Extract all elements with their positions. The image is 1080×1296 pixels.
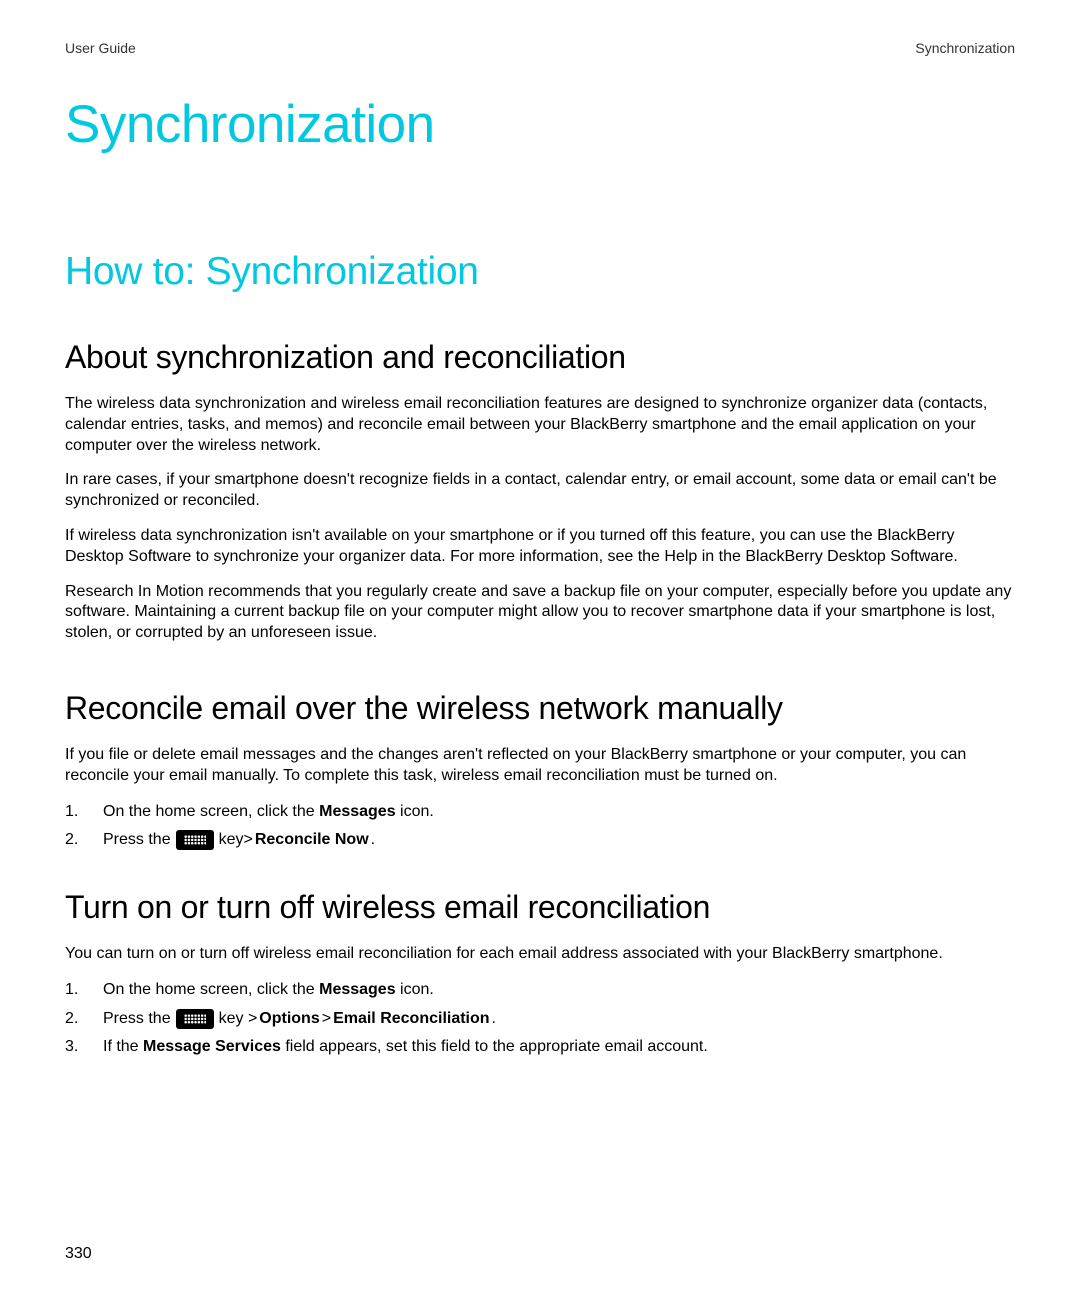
- step-bold: Email Reconciliation: [333, 1008, 489, 1030]
- about-heading: About synchronization and reconciliation: [65, 339, 1015, 376]
- turnon-intro: You can turn on or turn off wireless ema…: [65, 944, 1015, 965]
- step-text: >: [322, 1008, 331, 1030]
- blackberry-key-icon: [176, 830, 214, 850]
- reconcile-step-2: Press the key> Reconcile Now.: [103, 829, 1015, 851]
- step-text: .: [492, 1008, 496, 1030]
- step-bold: Options: [259, 1008, 319, 1030]
- step-bold: Messages: [319, 803, 396, 820]
- step-text: key >: [219, 1008, 258, 1030]
- turnon-step-3: If the Message Services field appears, s…: [103, 1036, 1015, 1058]
- step-text: Press the: [103, 829, 171, 851]
- header-left: User Guide: [65, 40, 136, 56]
- header-right: Synchronization: [915, 40, 1015, 56]
- turnon-step-2: Press the key > Options > Email Reconcil…: [103, 1008, 1015, 1030]
- step-text: On the home screen, click the: [103, 803, 319, 820]
- step-text: field appears, set this field to the app…: [281, 1038, 708, 1055]
- page-number: 330: [65, 1245, 92, 1263]
- step-text: On the home screen, click the: [103, 981, 319, 998]
- turnon-heading: Turn on or turn off wireless email recon…: [65, 889, 1015, 926]
- blackberry-key-icon: [176, 1009, 214, 1029]
- step-text: icon.: [396, 981, 434, 998]
- step-text: key>: [219, 829, 253, 851]
- step-bold: Messages: [319, 981, 396, 998]
- step-text: Press the: [103, 1008, 171, 1030]
- reconcile-step-1: On the home screen, click the Messages i…: [103, 801, 1015, 823]
- section-heading: How to: Synchronization: [65, 250, 1015, 294]
- reconcile-intro: If you file or delete email messages and…: [65, 745, 1015, 787]
- about-paragraph-3: If wireless data synchronization isn't a…: [65, 526, 1015, 568]
- about-paragraph-2: In rare cases, if your smartphone doesn'…: [65, 470, 1015, 512]
- step-bold: Message Services: [143, 1038, 281, 1055]
- about-paragraph-1: The wireless data synchronization and wi…: [65, 394, 1015, 456]
- turnon-steps: On the home screen, click the Messages i…: [65, 979, 1015, 1058]
- about-paragraph-4: Research In Motion recommends that you r…: [65, 582, 1015, 644]
- page-title: Synchronization: [65, 94, 1015, 155]
- reconcile-heading: Reconcile email over the wireless networ…: [65, 690, 1015, 727]
- step-text: .: [371, 829, 375, 851]
- page-header: User Guide Synchronization: [65, 40, 1015, 56]
- step-bold: Reconcile Now: [255, 829, 369, 851]
- step-text: If the: [103, 1038, 143, 1055]
- step-text: icon.: [396, 803, 434, 820]
- reconcile-steps: On the home screen, click the Messages i…: [65, 801, 1015, 852]
- turnon-step-1: On the home screen, click the Messages i…: [103, 979, 1015, 1001]
